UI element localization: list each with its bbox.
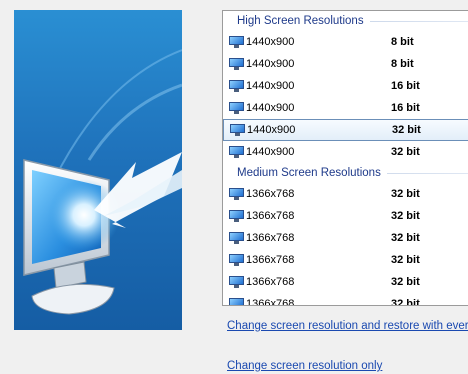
resolution-row[interactable]: 1440x900 32 bit xyxy=(223,119,468,141)
resolution-row[interactable]: 1366x768 32 bit xyxy=(223,293,468,306)
color-depth-label: 32 bit xyxy=(391,210,420,222)
color-depth-label: 32 bit xyxy=(392,124,421,136)
change-resolution-only-link[interactable]: Change screen resolution only xyxy=(227,360,382,372)
group-header-high: High Screen Resolutions xyxy=(223,11,468,31)
monitor-icon xyxy=(229,254,244,266)
monitor-icon xyxy=(229,102,244,114)
resolution-row[interactable]: 1440x900 32 bit xyxy=(223,141,468,163)
resolution-label: 1440x900 xyxy=(246,58,295,70)
monitor-icon xyxy=(229,188,244,200)
resolution-label: 1440x900 xyxy=(246,36,295,48)
monitor-icon xyxy=(229,210,244,222)
resolution-label: 1440x900 xyxy=(247,124,296,136)
color-depth-label: 32 bit xyxy=(391,298,420,306)
resolution-label: 1440x900 xyxy=(246,80,295,92)
resolution-label: 1366x768 xyxy=(246,232,295,244)
monitor-with-arrow-icon xyxy=(23,49,182,315)
resolution-label: 1440x900 xyxy=(246,102,295,114)
monitor-icon xyxy=(229,298,244,305)
resolution-row[interactable]: 1440x900 16 bit xyxy=(223,97,468,119)
resolution-label: 1366x768 xyxy=(246,276,295,288)
resolution-list[interactable]: High Screen Resolutions 1440x900 8 bit 144… xyxy=(222,10,468,306)
resolution-row[interactable]: 1366x768 32 bit xyxy=(223,183,468,205)
resolution-label: 1366x768 xyxy=(246,298,295,306)
monitor-icon xyxy=(229,58,244,70)
monitor-icon xyxy=(229,36,244,48)
color-depth-label: 32 bit xyxy=(391,232,420,244)
resolution-row[interactable]: 1440x900 8 bit xyxy=(223,31,468,53)
resolution-row[interactable]: 1440x900 16 bit xyxy=(223,75,468,97)
group-title: Medium Screen Resolutions xyxy=(237,167,387,179)
change-resolution-and-restore-link[interactable]: Change screen resolution and restore wit… xyxy=(227,320,468,332)
resolution-label: 1440x900 xyxy=(246,146,295,158)
resolution-row[interactable]: 1366x768 32 bit xyxy=(223,271,468,293)
color-depth-label: 16 bit xyxy=(391,102,420,114)
color-depth-label: 32 bit xyxy=(391,254,420,266)
group-title: High Screen Resolutions xyxy=(237,15,370,27)
color-depth-label: 32 bit xyxy=(391,188,420,200)
resolution-row[interactable]: 1366x768 32 bit xyxy=(223,205,468,227)
resolution-label: 1366x768 xyxy=(246,210,295,222)
color-depth-label: 32 bit xyxy=(391,276,420,288)
monitor-icon xyxy=(230,124,245,136)
resolution-row[interactable]: 1440x900 8 bit xyxy=(223,53,468,75)
color-depth-label: 16 bit xyxy=(391,80,420,92)
monitor-icon xyxy=(229,80,244,92)
group-header-medium: Medium Screen Resolutions xyxy=(223,163,468,183)
resolution-label: 1366x768 xyxy=(246,188,295,200)
illustration-panel xyxy=(14,10,182,330)
resolution-row[interactable]: 1366x768 32 bit xyxy=(223,227,468,249)
monitor-icon xyxy=(229,276,244,288)
color-depth-label: 8 bit xyxy=(391,58,414,70)
resolution-label: 1366x768 xyxy=(246,254,295,266)
monitor-icon xyxy=(229,146,244,158)
color-depth-label: 32 bit xyxy=(391,146,420,158)
color-depth-label: 8 bit xyxy=(391,36,414,48)
monitor-icon xyxy=(229,232,244,244)
resolution-row[interactable]: 1366x768 32 bit xyxy=(223,249,468,271)
